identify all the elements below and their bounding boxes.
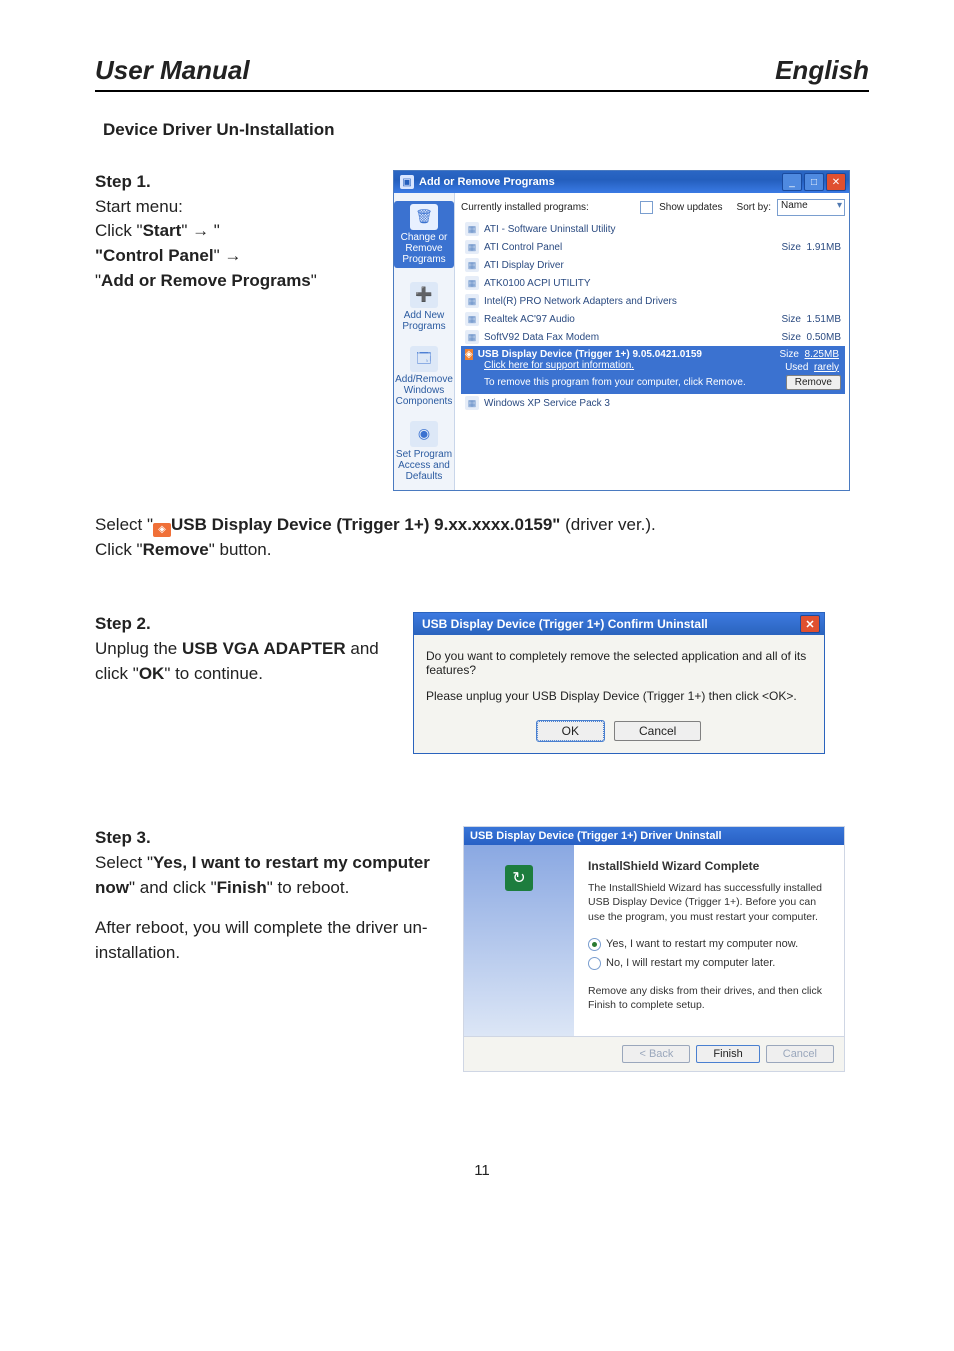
section-heading: Device Driver Un-Installation <box>103 120 869 140</box>
driver-uninstall-wizard: USB Display Device (Trigger 1+) Driver U… <box>463 826 845 1072</box>
list-item[interactable]: ▦ATI Display Driver <box>461 256 845 274</box>
sidebar-change-remove[interactable]: 🗑 Change or Remove Programs <box>394 201 454 268</box>
selected-program[interactable]: ◈ USB Display Device (Trigger 1+) 9.05.0… <box>461 346 845 373</box>
step1-line2: Click "Start" → " <box>95 219 375 244</box>
step1-line4: "Add or Remove Programs" <box>95 269 375 294</box>
show-updates-checkbox[interactable] <box>640 201 653 214</box>
document-header: User Manual English <box>95 55 869 92</box>
radio-icon <box>588 938 601 951</box>
list-item[interactable]: ▦SoftV92 Data Fax ModemSize 0.50MB <box>461 328 845 346</box>
add-remove-programs-window: ▣ Add or Remove Programs _ □ ✕ 🗑 Change … <box>393 170 850 491</box>
step3-after: After reboot, you will complete the driv… <box>95 916 445 965</box>
program-list-header: Currently installed programs: Show updat… <box>461 199 845 216</box>
sortby-select[interactable]: Name <box>777 199 845 216</box>
wizard-paragraph: The InstallShield Wizard has successfull… <box>588 881 830 924</box>
step1-line1: Start menu: <box>95 195 375 220</box>
radio-icon <box>588 957 601 970</box>
list-item[interactable]: ▦Windows XP Service Pack 3 <box>461 394 845 412</box>
show-updates-label: Show updates <box>659 202 722 213</box>
window-titlebar: ▣ Add or Remove Programs _ □ ✕ <box>394 171 849 193</box>
cancel-button[interactable]: Cancel <box>614 721 701 741</box>
window-icon: ▣ <box>400 175 414 189</box>
finish-button[interactable]: Finish <box>696 1045 759 1063</box>
doc-title: User Manual <box>95 55 250 86</box>
step3-label: Step 3. <box>95 826 445 851</box>
selected-program-name: USB Display Device (Trigger 1+) 9.05.042… <box>478 349 702 360</box>
list-item[interactable]: ▦ATI Control PanelSize 1.91MB <box>461 238 845 256</box>
program-icon: ▦ <box>465 258 479 272</box>
program-icon: ▦ <box>465 330 479 344</box>
maximize-button[interactable]: □ <box>804 173 824 191</box>
window-title: Add or Remove Programs <box>419 176 782 188</box>
restart-later-radio[interactable]: No, I will restart my computer later. <box>588 957 830 970</box>
sortby-label: Sort by: <box>737 202 771 213</box>
step2-text: Step 2. Unplug the USB VGA ADAPTER and c… <box>95 612 395 686</box>
installshield-icon: ↻ <box>505 865 533 891</box>
back-button: < Back <box>622 1045 690 1063</box>
wizard-titlebar: USB Display Device (Trigger 1+) Driver U… <box>464 827 844 845</box>
program-icon: ▦ <box>465 312 479 326</box>
close-button[interactable]: ✕ <box>826 173 846 191</box>
set-defaults-icon: ◉ <box>410 421 438 447</box>
program-icon: ▦ <box>465 396 479 410</box>
sidebar: 🗑 Change or Remove Programs ➕ Add New Pr… <box>394 193 455 490</box>
program-icon: ▦ <box>465 222 479 236</box>
program-icon: ◈ <box>465 349 473 360</box>
list-item[interactable]: ▦ATK0100 ACPI UTILITY <box>461 274 845 292</box>
list-item[interactable]: ▦Intel(R) PRO Network Adapters and Drive… <box>461 292 845 310</box>
step2-label: Step 2. <box>95 612 395 637</box>
windows-components-icon: 🗔 <box>410 346 438 372</box>
dialog-title: USB Display Device (Trigger 1+) Confirm … <box>422 617 800 631</box>
list-item[interactable]: ▦Realtek AC'97 AudioSize 1.51MB <box>461 310 845 328</box>
wizard-side-graphic: ↻ <box>464 845 574 1036</box>
ok-button[interactable]: OK <box>537 721 604 741</box>
program-icon: ▦ <box>465 294 479 308</box>
program-icon: ▦ <box>465 276 479 290</box>
remove-row: To remove this program from your compute… <box>461 373 845 394</box>
wizard-heading: InstallShield Wizard Complete <box>588 859 830 873</box>
close-button[interactable]: ✕ <box>800 615 820 633</box>
page-number: 11 <box>95 1162 869 1179</box>
restart-now-radio[interactable]: Yes, I want to restart my computer now. <box>588 938 830 951</box>
sidebar-windows-components[interactable]: 🗔 Add/Remove Windows Components <box>394 346 454 407</box>
minimize-button[interactable]: _ <box>782 173 802 191</box>
step1-label: Step 1. <box>95 170 375 195</box>
program-icon: ▦ <box>465 240 479 254</box>
dialog-message-1: Do you want to completely remove the sel… <box>426 649 812 677</box>
program-list: ▦ATI - Software Uninstall Utility ▦ATI C… <box>461 220 845 412</box>
step1-text: Step 1. Start menu: Click "Start" → " "C… <box>95 170 375 293</box>
change-remove-icon: 🗑 <box>410 204 438 230</box>
step3-text: Step 3. Select "Yes, I want to restart m… <box>95 826 445 965</box>
doc-language: English <box>775 55 869 86</box>
sidebar-set-defaults[interactable]: ◉ Set Program Access and Defaults <box>394 421 454 482</box>
cancel-button: Cancel <box>766 1045 834 1063</box>
add-new-icon: ➕ <box>410 282 438 308</box>
wizard-tail: Remove any disks from their drives, and … <box>588 984 830 1012</box>
installed-label: Currently installed programs: <box>461 202 634 213</box>
dialog-titlebar: USB Display Device (Trigger 1+) Confirm … <box>414 613 824 635</box>
remove-button[interactable]: Remove <box>786 375 841 390</box>
list-item[interactable]: ▦ATI - Software Uninstall Utility <box>461 220 845 238</box>
usb-display-icon: ◈ <box>153 523 171 537</box>
step1-line3: "Control Panel" → <box>95 244 375 269</box>
step1-continuation: Select "◈USB Display Device (Trigger 1+)… <box>95 513 869 562</box>
confirm-uninstall-dialog: USB Display Device (Trigger 1+) Confirm … <box>413 612 825 754</box>
dialog-message-2: Please unplug your USB Display Device (T… <box>426 689 812 703</box>
sidebar-add-new[interactable]: ➕ Add New Programs <box>394 282 454 332</box>
